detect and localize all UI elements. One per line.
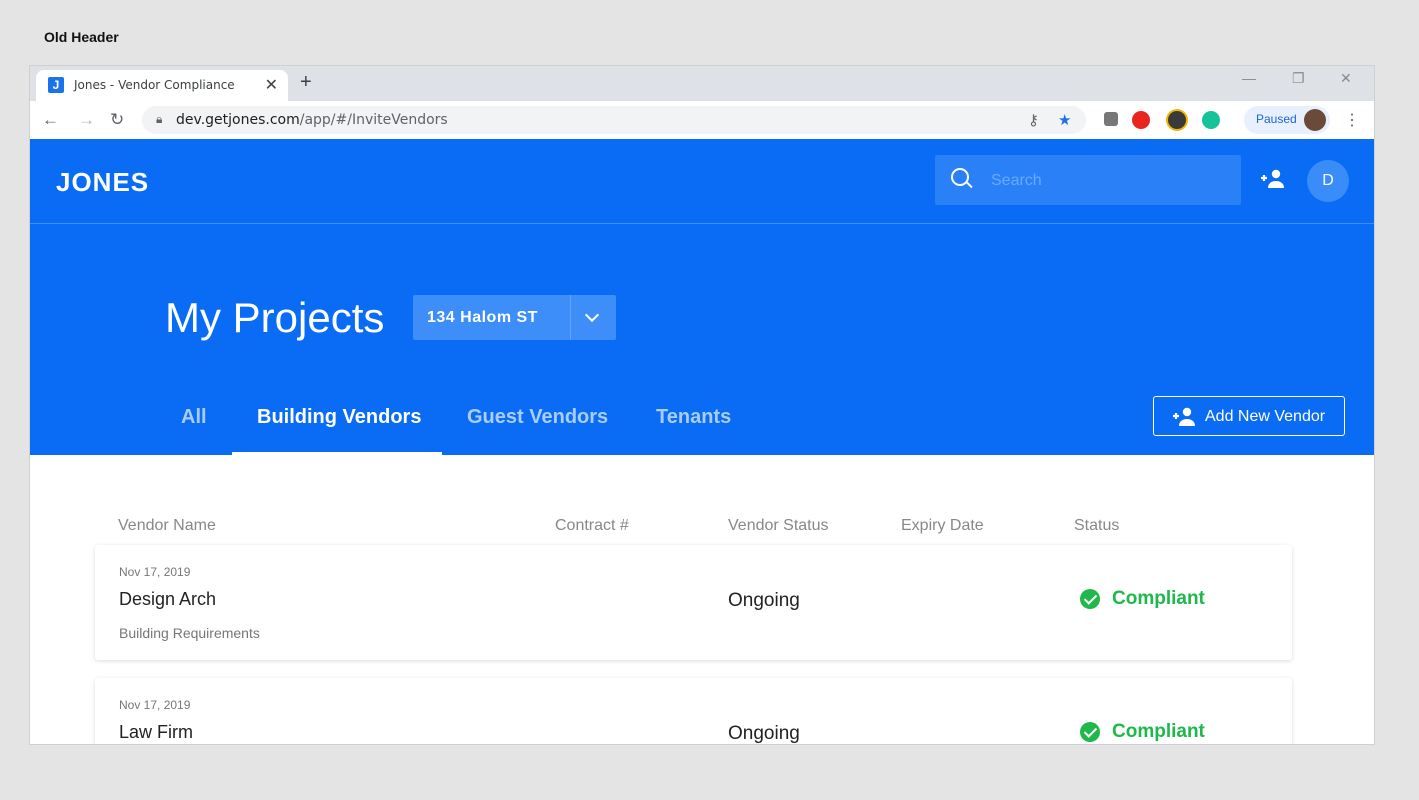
- app-header: JONES D: [30, 139, 1374, 224]
- row-date: Nov 17, 2019: [119, 565, 191, 579]
- vendor-tabs: All Building Vendors Guest Vendors Tenan…: [30, 394, 1030, 455]
- tab-all[interactable]: All: [181, 406, 207, 429]
- tab-building-vendors[interactable]: Building Vendors: [257, 406, 421, 429]
- lock-icon: 🔒︎: [156, 112, 163, 126]
- browser-toolbar: ← → ↻ 🔒︎ dev.getjones.com/app/#/InviteVe…: [30, 101, 1374, 140]
- key-icon[interactable]: ⚷: [1028, 111, 1039, 129]
- row-vendor-name: Design Arch: [119, 589, 217, 609]
- browser-window: J Jones - Vendor Compliance ✕ + — ❐ ✕ ← …: [30, 66, 1374, 744]
- projects-hero: My Projects 134 Halom ST All Building Ve…: [30, 224, 1374, 455]
- column-header-vendor-name[interactable]: Vendor Name: [118, 517, 216, 535]
- row-vendor-status: Ongoing: [728, 723, 800, 744]
- project-dropdown-value: 134 Halom ST: [427, 309, 538, 326]
- forward-icon[interactable]: →: [78, 110, 95, 130]
- add-new-vendor-label: Add New Vendor: [1205, 408, 1326, 425]
- column-header-contract[interactable]: Contract #: [555, 517, 629, 535]
- profile-avatar: [1304, 109, 1326, 131]
- browser-tab-title: Jones - Vendor Compliance: [74, 78, 235, 92]
- eyedropper-extension-icon[interactable]: [1104, 112, 1118, 126]
- project-dropdown[interactable]: 134 Halom ST: [413, 295, 616, 340]
- row-date: Nov 17, 2019: [119, 698, 191, 712]
- row-compliance-status: Compliant: [1112, 721, 1205, 742]
- user-avatar[interactable]: D: [1307, 160, 1349, 202]
- jones-logo[interactable]: JONES: [56, 167, 149, 198]
- new-tab-icon[interactable]: +: [300, 71, 312, 94]
- search-input[interactable]: [989, 169, 1223, 193]
- add-user-icon: [1173, 407, 1195, 426]
- check-circle-icon: [1080, 589, 1100, 609]
- restore-icon[interactable]: ❐: [1292, 70, 1305, 87]
- browser-menu-icon[interactable]: ⋮: [1344, 110, 1360, 130]
- row-vendor-name: Law Firm: [119, 722, 194, 742]
- row-compliance-status: Compliant: [1112, 588, 1205, 609]
- minimize-icon[interactable]: —: [1242, 70, 1256, 86]
- column-header-expiry-date[interactable]: Expiry Date: [901, 517, 984, 535]
- browser-tab[interactable]: J Jones - Vendor Compliance ✕: [36, 70, 288, 101]
- search-icon: [951, 168, 969, 186]
- chevron-down-icon: [584, 307, 600, 323]
- address-bar[interactable]: 🔒︎ dev.getjones.com/app/#/InviteVendors …: [142, 106, 1086, 134]
- check-circle-icon: [1080, 722, 1100, 742]
- row-vendor-status: Ongoing: [728, 590, 800, 611]
- table-row[interactable]: Nov 17, 2019 Design Arch Building Requir…: [95, 545, 1292, 660]
- page-title: My Projects: [165, 294, 385, 341]
- jones-favicon-icon: J: [48, 77, 64, 93]
- search-box[interactable]: [935, 155, 1241, 205]
- browser-tab-strip: J Jones - Vendor Compliance ✕ + — ❐ ✕: [30, 66, 1374, 101]
- adblock-extension-icon[interactable]: [1132, 111, 1150, 129]
- add-new-vendor-button[interactable]: Add New Vendor: [1153, 396, 1345, 436]
- bookmark-star-icon[interactable]: ★: [1058, 111, 1071, 129]
- dropdown-divider: [570, 295, 571, 340]
- tab-guest-vendors[interactable]: Guest Vendors: [467, 406, 608, 429]
- column-header-status[interactable]: Status: [1074, 517, 1119, 535]
- profile-status-label: Paused: [1256, 112, 1297, 126]
- column-header-vendor-status[interactable]: Vendor Status: [728, 517, 829, 535]
- close-tab-icon[interactable]: ✕: [265, 75, 278, 95]
- page-caption: Old Header: [44, 29, 119, 45]
- row-vendor-type: Building Requirements: [119, 625, 260, 641]
- active-tab-indicator: [232, 452, 442, 455]
- back-icon[interactable]: ←: [42, 110, 59, 130]
- close-window-icon[interactable]: ✕: [1340, 70, 1352, 87]
- reload-icon[interactable]: ↻: [110, 110, 124, 130]
- tab-tenants[interactable]: Tenants: [656, 406, 731, 429]
- grammarly-extension-icon[interactable]: [1202, 111, 1220, 129]
- url-text: dev.getjones.com/app/#/InviteVendors: [176, 112, 448, 128]
- table-row[interactable]: Nov 17, 2019 Law Firm Ongoing Compliant: [95, 678, 1292, 744]
- add-user-icon[interactable]: [1260, 169, 1286, 189]
- camera-extension-icon[interactable]: [1168, 111, 1186, 129]
- profile-paused-button[interactable]: Paused: [1244, 106, 1330, 134]
